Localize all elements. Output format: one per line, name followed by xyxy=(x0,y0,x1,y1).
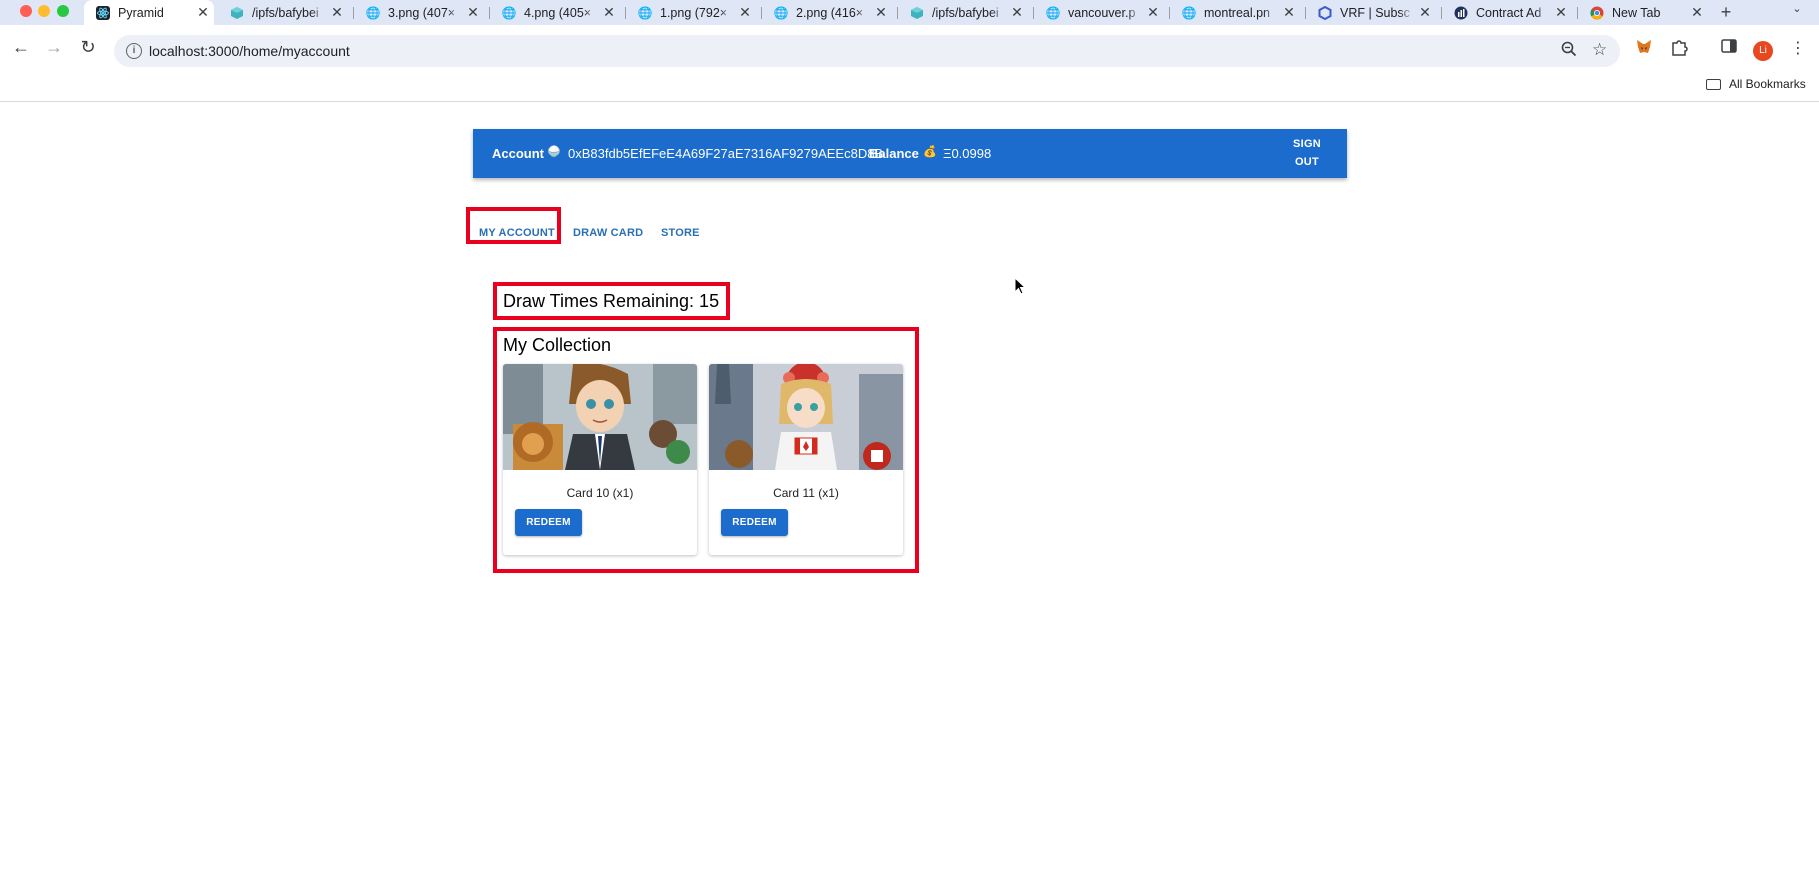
close-icon[interactable]: ✕ xyxy=(870,4,892,21)
browser-tab[interactable]: 🌐 montreal.pn ✕ xyxy=(1170,0,1300,25)
money-bag-icon: 💰 xyxy=(923,146,937,158)
card-item: Card 10 (x1) REDEEM xyxy=(503,364,697,555)
mouse-cursor-icon xyxy=(1014,276,1027,300)
balance-label: Balance xyxy=(869,146,919,161)
browser-tab[interactable]: 🌐 3.png (407× ✕ xyxy=(354,0,484,25)
tab-title: 2.png (416× xyxy=(796,5,864,20)
tab-title: VRF | Subsc xyxy=(1340,5,1410,20)
close-icon[interactable]: ✕ xyxy=(734,4,756,21)
tab-title: vancouver.p xyxy=(1068,5,1136,20)
browser-toolbar: ← → ↻ i localhost:3000/home/myaccount ☆ … xyxy=(0,25,1819,102)
metamask-fox-icon[interactable] xyxy=(1633,38,1655,60)
globe-icon: 🌐 xyxy=(501,5,517,20)
globe-icon: 🌐 xyxy=(1045,5,1061,20)
browser-tab-pyramid[interactable]: Pyramid ✕ xyxy=(84,0,214,25)
close-icon[interactable]: ✕ xyxy=(1006,4,1028,21)
tab-title: 4.png (405× xyxy=(524,5,592,20)
draw-times-remaining: Draw Times Remaining: 15 xyxy=(503,291,720,311)
close-icon[interactable]: ✕ xyxy=(1414,4,1436,21)
back-icon[interactable]: ← xyxy=(9,35,33,59)
redeem-button[interactable]: REDEEM xyxy=(515,509,582,536)
card-caption: Card 10 (x1) xyxy=(566,486,634,500)
tab-title: Contract Ad xyxy=(1476,5,1542,20)
extensions-puzzle-icon[interactable] xyxy=(1668,38,1690,60)
card-caption: Card 11 (x1) xyxy=(773,486,839,500)
browser-tab[interactable]: 🌐 vancouver.p ✕ xyxy=(1034,0,1164,25)
new-tab-button[interactable]: + xyxy=(1714,0,1738,25)
close-icon[interactable]: ✕ xyxy=(1142,4,1164,21)
tab-store[interactable]: STORE xyxy=(661,223,700,243)
page-content: Account 🍚 0xB83fdb5EfEFeE4A69F27aE7316AF… xyxy=(0,103,1819,880)
tab-draw-card[interactable]: DRAW CARD xyxy=(573,223,643,243)
browser-tab-strip: Pyramid ✕ /ipfs/bafybei ✕ 🌐 3.png (407× … xyxy=(0,0,1819,25)
ipfs-cube-icon xyxy=(910,6,924,20)
account-address: 0xB83fdb5EfEFeE4A69F27aE7316AF9279AEEc8D… xyxy=(568,146,884,161)
kebab-menu-icon[interactable]: ⋮ xyxy=(1787,38,1809,60)
globe-icon: 🌐 xyxy=(773,5,789,20)
browser-tab[interactable]: 🌐 2.png (416× ✕ xyxy=(762,0,892,25)
all-bookmarks-label: All Bookmarks xyxy=(1729,77,1806,91)
browser-tab[interactable]: 🌐 1.png (792× ✕ xyxy=(626,0,756,25)
close-icon[interactable]: ✕ xyxy=(598,4,620,21)
browser-tab[interactable]: /ipfs/bafybei ✕ xyxy=(898,0,1028,25)
app-header-bar: Account 🍚 0xB83fdb5EfEFeE4A69F27aE7316AF… xyxy=(473,129,1347,178)
sign-out-button[interactable]: SIGN OUT xyxy=(1283,135,1331,171)
globe-icon: 🌐 xyxy=(1181,5,1197,20)
url-text[interactable]: localhost:3000/home/myaccount xyxy=(149,43,350,59)
close-icon[interactable]: ✕ xyxy=(192,4,214,21)
all-bookmarks-button[interactable]: All Bookmarks xyxy=(1706,77,1806,91)
close-icon[interactable]: ✕ xyxy=(1278,4,1300,21)
tab-title: montreal.pn xyxy=(1204,5,1271,20)
rice-bowl-icon: 🍚 xyxy=(547,146,561,158)
close-icon[interactable]: ✕ xyxy=(1550,4,1572,21)
bookmark-star-icon[interactable]: ☆ xyxy=(1592,40,1607,60)
globe-icon: 🌐 xyxy=(637,5,653,20)
sign-out-label-2: OUT xyxy=(1294,156,1320,168)
ipfs-cube-icon xyxy=(230,6,244,20)
side-panel-icon[interactable] xyxy=(1718,38,1740,60)
forward-icon[interactable]: → xyxy=(42,35,66,59)
tab-search-icon[interactable]: ⌄ xyxy=(1788,2,1806,22)
browser-tab[interactable]: 🌐 4.png (405× ✕ xyxy=(490,0,620,25)
address-bar[interactable]: i localhost:3000/home/myaccount ☆ xyxy=(114,35,1620,67)
balance-value: Ξ0.0998 xyxy=(943,146,992,161)
window-close-dot[interactable] xyxy=(20,5,32,17)
close-icon[interactable]: ✕ xyxy=(462,4,484,21)
tab-title: 3.png (407× xyxy=(388,5,456,20)
tab-my-account[interactable]: MY ACCOUNT xyxy=(479,223,555,243)
chainlink-icon xyxy=(1318,5,1332,20)
chrome-icon xyxy=(1590,6,1604,20)
redeem-button[interactable]: REDEEM xyxy=(721,509,788,536)
browser-tab[interactable]: Contract Ad ✕ xyxy=(1442,0,1572,25)
site-info-icon[interactable]: i xyxy=(126,43,142,59)
react-icon xyxy=(96,5,110,20)
zoom-icon[interactable] xyxy=(1561,41,1577,61)
close-icon[interactable]: ✕ xyxy=(326,4,348,21)
collection-title: My Collection xyxy=(503,335,612,355)
tab-title: New Tab xyxy=(1612,5,1661,20)
card-item: Card 11 (x1) REDEEM xyxy=(709,364,903,555)
reload-icon[interactable]: ↻ xyxy=(76,35,100,59)
browser-tab[interactable]: /ipfs/bafybei ✕ xyxy=(218,0,348,25)
folder-icon xyxy=(1706,78,1721,90)
card-image xyxy=(503,364,697,470)
tab-title: Pyramid xyxy=(118,5,164,20)
window-maximize-dot[interactable] xyxy=(57,5,69,17)
browser-tab[interactable]: New Tab ✕ xyxy=(1578,0,1708,25)
account-label: Account xyxy=(492,146,544,161)
browser-tab[interactable]: VRF | Subsc ✕ xyxy=(1306,0,1436,25)
tab-title: /ipfs/bafybei xyxy=(252,5,319,20)
tab-title: 1.png (792× xyxy=(660,5,728,20)
close-icon[interactable]: ✕ xyxy=(1686,4,1708,21)
tab-title: /ipfs/bafybei xyxy=(932,5,999,20)
window-minimize-dot[interactable] xyxy=(38,5,50,17)
sign-out-label-1: SIGN xyxy=(1292,138,1322,150)
globe-icon: 🌐 xyxy=(365,5,381,20)
profile-avatar[interactable]: Li xyxy=(1753,41,1773,61)
etherscan-icon xyxy=(1454,6,1468,20)
card-image xyxy=(709,364,903,470)
